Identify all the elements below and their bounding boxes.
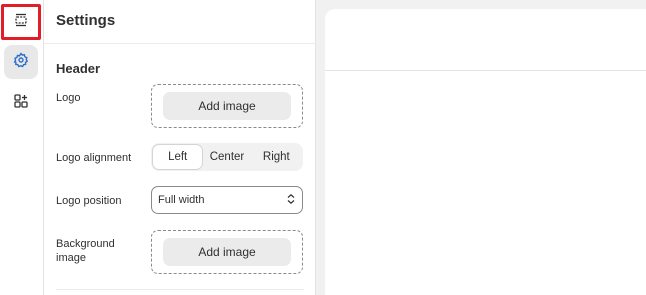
preview-canvas[interactable] (325, 9, 646, 295)
logo-label: Logo (56, 92, 81, 104)
logo-position-label: Logo position (56, 195, 122, 207)
apps-icon (13, 93, 29, 114)
alignment-option-right[interactable]: Right (252, 145, 301, 169)
logo-alignment-label: Logo alignment (56, 152, 132, 164)
logo-position-value: Full width (158, 194, 205, 206)
select-chevron-icon (286, 193, 296, 208)
preview-header-divider (325, 70, 646, 71)
logo-position-select[interactable]: Full width (151, 186, 303, 214)
divider (56, 289, 304, 290)
divider (44, 43, 316, 44)
logo-dropzone[interactable]: Add image (151, 84, 303, 128)
settings-rail-button[interactable] (4, 45, 38, 79)
apps-rail-button[interactable] (4, 86, 38, 120)
logo-alignment-segmented-control: Left Center Right (151, 143, 303, 171)
alignment-option-center[interactable]: Center (202, 145, 251, 169)
sections-rail-button[interactable] (1, 4, 41, 40)
background-image-label-line2: image (56, 252, 86, 264)
background-add-image-button[interactable]: Add image (163, 238, 291, 266)
sections-icon (13, 12, 29, 33)
settings-panel: Settings Header Logo Add image Logo alig… (44, 0, 316, 295)
icon-rail (0, 0, 44, 295)
theme-editor: Settings Header Logo Add image Logo alig… (0, 0, 646, 295)
background-image-label-line1: Background (56, 238, 115, 250)
logo-add-image-button[interactable]: Add image (163, 92, 291, 120)
section-title-header: Header (56, 61, 101, 76)
panel-title: Settings (56, 12, 116, 29)
background-image-dropzone[interactable]: Add image (151, 230, 303, 274)
background-image-label: Background image (56, 237, 115, 265)
gear-icon (13, 51, 29, 73)
alignment-option-left[interactable]: Left (153, 145, 203, 169)
